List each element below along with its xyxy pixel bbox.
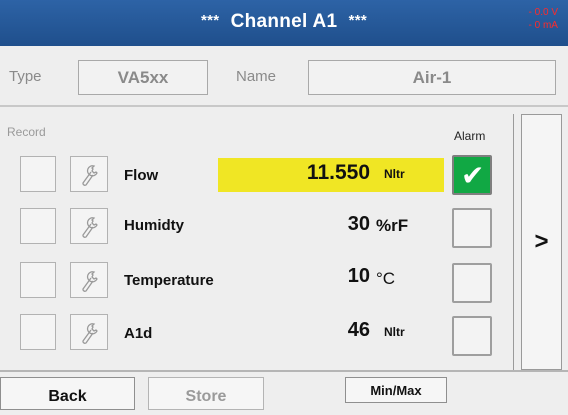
channel-value-humidity: 30 (347, 213, 370, 235)
wrench-icon (82, 217, 98, 238)
next-button[interactable]: > (521, 114, 562, 370)
wrench-icon (82, 271, 98, 292)
name-field[interactable]: Air-1 (308, 60, 556, 95)
settings-button[interactable] (70, 314, 108, 350)
footer-divider (0, 370, 568, 372)
channel-name-humidity: Humidty (124, 217, 184, 234)
channel-unit-a1d: Nltr (384, 325, 405, 339)
type-label: Type (9, 68, 42, 85)
back-button[interactable]: Back (0, 377, 135, 410)
type-field[interactable]: VA5xx (78, 60, 208, 95)
title-suffix: *** (348, 12, 367, 29)
check-icon: ✔ (461, 160, 485, 191)
name-label: Name (236, 68, 277, 85)
record-checkbox[interactable] (20, 156, 56, 192)
channel-name-temperature: Temperature (124, 272, 214, 289)
minmax-button[interactable]: Min/Max (345, 377, 447, 403)
record-label: Record (7, 125, 46, 139)
alarm-checkbox-flow[interactable]: ✔ (452, 155, 492, 195)
channel-unit-humidity: %rF (376, 216, 409, 235)
channel-value-flow: 11.550 (306, 161, 370, 184)
settings-button[interactable] (70, 156, 108, 192)
channel-value-temperature: 10 (347, 265, 370, 287)
alarm-label: Alarm (454, 129, 486, 143)
chevron-right-icon: > (534, 228, 549, 255)
wrench-icon (82, 323, 98, 344)
channel-unit-flow: Nltr (384, 167, 405, 181)
channel-value-a1d: 46 (347, 319, 370, 341)
alarm-checkbox-temperature[interactable] (452, 263, 492, 303)
record-checkbox[interactable] (20, 208, 56, 244)
settings-button[interactable] (70, 208, 108, 244)
channel-name-flow: Flow (124, 167, 159, 184)
settings-button[interactable] (70, 262, 108, 298)
status-current: - 0 mA (528, 20, 558, 31)
alarm-checkbox-humidity[interactable] (452, 208, 492, 248)
status-readout: - 0.0 V - 0 mA (529, 6, 558, 32)
wrench-icon (82, 165, 98, 186)
divider (0, 105, 568, 107)
channel-unit-temperature: °C (376, 269, 396, 288)
alarm-checkbox-a1d[interactable] (452, 316, 492, 356)
record-checkbox[interactable] (20, 314, 56, 350)
record-checkbox[interactable] (20, 262, 56, 298)
title-bar: *** Channel A1 *** - 0.0 V - 0 mA (0, 0, 568, 46)
title-prefix: *** (200, 12, 220, 29)
window-title: *** Channel A1 *** (0, 11, 568, 33)
panel-divider (513, 114, 514, 370)
channel-name-a1d: A1d (124, 325, 153, 342)
title-text: Channel A1 (230, 11, 338, 32)
store-button[interactable]: Store (148, 377, 264, 410)
status-voltage: - 0.0 V (528, 7, 558, 18)
